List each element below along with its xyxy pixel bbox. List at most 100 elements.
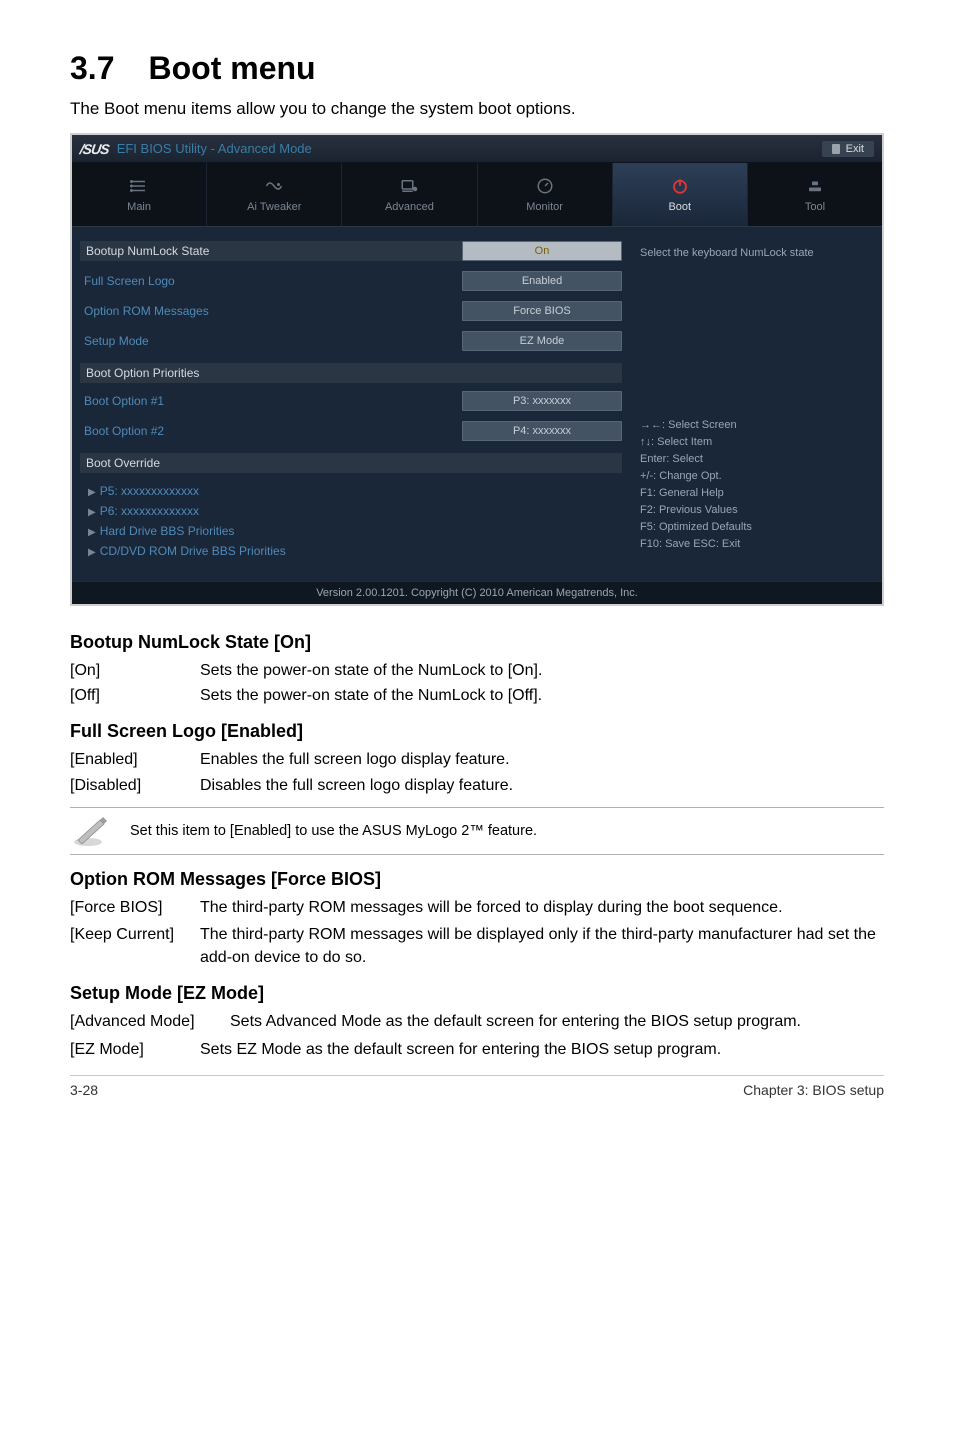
opt-fs-en: [Enabled] Enables the full screen logo d… — [70, 748, 884, 771]
tab-tool-label: Tool — [805, 201, 825, 213]
numlock-value[interactable]: On — [462, 241, 622, 261]
brand-logo: /SUS — [79, 141, 110, 157]
hint-3: Enter: Select — [640, 451, 870, 468]
tool-icon — [805, 177, 825, 195]
hint-5: F1: General Help — [640, 485, 870, 502]
bios-body: Bootup NumLock State On Full Screen Logo… — [72, 227, 882, 581]
bios-title-bar: /SUS EFI BIOS Utility - Advanced Mode Ex… — [72, 135, 882, 163]
hint-4: +/-: Change Opt. — [640, 468, 870, 485]
opt-desc: Sets the power-on state of the NumLock t… — [200, 659, 884, 682]
tab-main-label: Main — [127, 201, 151, 213]
bios-right-column: Select the keyboard NumLock state →←: Se… — [640, 241, 870, 561]
exit-button[interactable]: Exit — [822, 141, 874, 157]
fslogo-label: Full Screen Logo — [84, 274, 462, 288]
hint-1: →←: Select Screen — [640, 417, 870, 434]
heading-fslogo: Full Screen Logo [Enabled] — [70, 721, 884, 742]
opt-key: [Enabled] — [70, 748, 200, 771]
bios-footer: Version 2.00.1201. Copyright (C) 2010 Am… — [72, 581, 882, 604]
section-number: 3.7 — [70, 50, 114, 86]
caret-icon: ▶ — [88, 507, 96, 518]
exit-label: Exit — [846, 143, 864, 155]
power-icon — [670, 177, 690, 195]
boot2-label: Boot Option #2 — [84, 424, 462, 438]
exit-icon — [832, 144, 840, 154]
opt-key: [Advanced Mode] — [70, 1010, 230, 1033]
tab-ai-tweaker[interactable]: Ai Tweaker — [207, 163, 342, 226]
row-fslogo[interactable]: Full Screen Logo Enabled — [84, 271, 622, 291]
note-block: Set this item to [Enabled] to use the AS… — [70, 807, 884, 855]
opt-key: [Disabled] — [70, 774, 200, 797]
opt-key: [Off] — [70, 684, 200, 707]
override-1-label: P5: xxxxxxxxxxxxx — [100, 484, 199, 498]
override-item-1[interactable]: ▶ P5: xxxxxxxxxxxxx — [84, 481, 622, 501]
tab-monitor[interactable]: Monitor — [478, 163, 613, 226]
opt-desc: Sets the power-on state of the NumLock t… — [200, 684, 884, 707]
group-boot-priorities: Boot Option Priorities — [80, 363, 622, 383]
override-item-4[interactable]: ▶CD/DVD ROM Drive BBS Priorities — [84, 541, 622, 561]
menu-icon — [129, 177, 149, 195]
setup-label: Setup Mode — [84, 334, 462, 348]
opt-optrom-kc: [Keep Current] The third-party ROM messa… — [70, 923, 884, 969]
override-2-label: P6: xxxxxxxxxxxxx — [100, 504, 199, 518]
hint-8: F10: Save ESC: Exit — [640, 536, 870, 553]
tab-main[interactable]: Main — [72, 163, 207, 226]
row-boot2[interactable]: Boot Option #2 P4: xxxxxxx — [84, 421, 622, 441]
section-name: Boot menu — [148, 50, 315, 86]
note-text: Set this item to [Enabled] to use the AS… — [130, 823, 537, 839]
caret-icon: ▶ — [88, 487, 96, 498]
override-3-label: Hard Drive BBS Priorities — [100, 524, 235, 538]
row-setup[interactable]: Setup Mode EZ Mode — [84, 331, 622, 351]
override-item-3[interactable]: ▶ Hard Drive BBS Priorities — [84, 521, 622, 541]
setup-value[interactable]: EZ Mode — [462, 331, 622, 351]
opt-setup-ez: [EZ Mode] Sets EZ Mode as the default sc… — [70, 1038, 884, 1061]
opt-numlock-off: [Off] Sets the power-on state of the Num… — [70, 684, 884, 707]
fslogo-value[interactable]: Enabled — [462, 271, 622, 291]
tab-advanced[interactable]: Advanced — [342, 163, 477, 226]
numlock-label: Bootup NumLock State — [80, 241, 462, 261]
opt-desc: Disables the full screen logo display fe… — [200, 774, 884, 797]
opt-optrom-fb: [Force BIOS] The third-party ROM message… — [70, 896, 884, 919]
opt-key: [Force BIOS] — [70, 896, 200, 919]
tweaker-icon — [264, 177, 284, 195]
opt-desc: Enables the full screen logo display fea… — [200, 748, 884, 771]
boot2-value[interactable]: P4: xxxxxxx — [462, 421, 622, 441]
section-title: 3.7 Boot menu — [70, 50, 884, 87]
tab-tool[interactable]: Tool — [748, 163, 882, 226]
page-footer: 3-28 Chapter 3: BIOS setup — [70, 1075, 884, 1098]
optrom-value[interactable]: Force BIOS — [462, 301, 622, 321]
opt-setup-am: [Advanced Mode] Sets Advanced Mode as th… — [70, 1010, 884, 1033]
heading-numlock: Bootup NumLock State [On] — [70, 632, 884, 653]
brand-subtitle: EFI BIOS Utility - Advanced Mode — [117, 141, 312, 156]
override-item-2[interactable]: ▶ P6: xxxxxxxxxxxxx — [84, 501, 622, 521]
hint-7: F5: Optimized Defaults — [640, 519, 870, 536]
opt-desc: The third-party ROM messages will be dis… — [200, 923, 884, 969]
hint-6: F2: Previous Values — [640, 502, 870, 519]
opt-desc: Sets EZ Mode as the default screen for e… — [200, 1038, 721, 1061]
tab-advanced-label: Advanced — [385, 201, 434, 213]
opt-key: [On] — [70, 659, 200, 682]
caret-icon: ▶ — [88, 547, 96, 558]
page-number: 3-28 — [70, 1082, 98, 1098]
row-numlock[interactable]: Bootup NumLock State On — [84, 241, 622, 261]
intro-text: The Boot menu items allow you to change … — [70, 99, 884, 119]
hint-2: ↑↓: Select Item — [640, 434, 870, 451]
opt-desc: The third-party ROM messages will be for… — [200, 896, 783, 919]
opt-fs-di: [Disabled] Disables the full screen logo… — [70, 774, 884, 797]
caret-icon: ▶ — [88, 527, 96, 538]
advanced-icon — [399, 177, 419, 195]
tab-boot[interactable]: Boot — [613, 163, 748, 226]
heading-optrom: Option ROM Messages [Force BIOS] — [70, 869, 884, 890]
row-optrom[interactable]: Option ROM Messages Force BIOS — [84, 301, 622, 321]
bios-tabs: Main Ai Tweaker Advanced Monitor Boot To… — [72, 163, 882, 227]
bios-left-column: Bootup NumLock State On Full Screen Logo… — [84, 241, 622, 561]
chapter-label: Chapter 3: BIOS setup — [743, 1082, 884, 1098]
optrom-label: Option ROM Messages — [84, 304, 462, 318]
tab-monitor-label: Monitor — [526, 201, 563, 213]
opt-numlock-on: [On] Sets the power-on state of the NumL… — [70, 659, 884, 682]
opt-desc: Sets Advanced Mode as the default screen… — [230, 1010, 801, 1033]
note-pen-icon — [70, 814, 114, 848]
tab-boot-label: Boot — [668, 201, 691, 213]
row-boot1[interactable]: Boot Option #1 P3: xxxxxxx — [84, 391, 622, 411]
boot1-value[interactable]: P3: xxxxxxx — [462, 391, 622, 411]
boot1-label: Boot Option #1 — [84, 394, 462, 408]
